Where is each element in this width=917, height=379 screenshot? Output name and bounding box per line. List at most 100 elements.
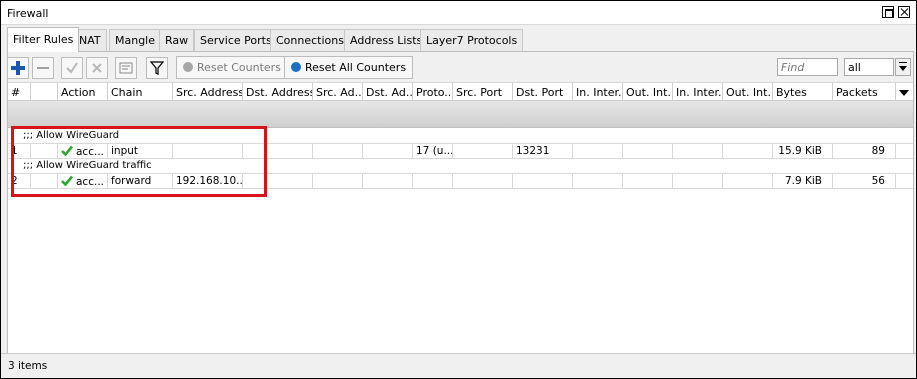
comment-button[interactable] (115, 57, 137, 79)
col-header-chain[interactable]: Chain (108, 83, 173, 101)
title-bar: Firewall (1, 1, 916, 25)
table-filler-bar (8, 101, 913, 128)
tab-layer7-protocols[interactable]: Layer7 Protocols (420, 29, 524, 51)
cell-flags (31, 174, 58, 188)
add-button[interactable] (7, 57, 29, 79)
x-icon (92, 63, 102, 73)
table-row[interactable]: 2 acc... forward 192.168.10... 7.9 KiB 5… (8, 173, 913, 189)
col-header-out-interface-list[interactable]: Out. Int... (723, 83, 773, 101)
close-window-icon[interactable] (898, 6, 910, 18)
cell-dst-address-list (363, 174, 413, 188)
comment-icon (119, 62, 133, 74)
col-header-src-address[interactable]: Src. Address (173, 83, 243, 101)
remove-button[interactable] (32, 57, 54, 79)
disable-button[interactable] (86, 57, 108, 79)
cell-src-address (173, 144, 243, 158)
filter-button[interactable] (146, 57, 168, 79)
cell-action: acc... (58, 144, 108, 158)
rule-comment: ;;; Allow WireGuard (23, 130, 120, 141)
cell-flags (31, 144, 58, 158)
enable-button[interactable] (61, 57, 83, 79)
reset-counters-button[interactable]: Reset Counters (176, 56, 288, 79)
cell-bytes: 7.9 KiB (773, 174, 833, 188)
action-value: acc... (76, 146, 104, 158)
cell-out-interface-list (723, 144, 773, 158)
cell-src-address-list (313, 174, 363, 188)
minus-icon (37, 67, 49, 69)
plus-icon (11, 61, 25, 75)
cell-chain: input (108, 144, 173, 158)
col-header-in-interface-list[interactable]: In. Inter... (673, 83, 723, 101)
cell-out-interface-list (723, 174, 773, 188)
cell-in-interface (573, 144, 623, 158)
tab-raw[interactable]: Raw (159, 29, 195, 51)
col-header-protocol[interactable]: Proto... (413, 83, 453, 101)
col-header-action[interactable]: Action (58, 83, 108, 101)
cell-in-interface (573, 174, 623, 188)
rule-comment: ;;; Allow WireGuard traffic (23, 160, 152, 171)
col-header-number[interactable]: # (8, 83, 31, 101)
find-input[interactable] (777, 58, 838, 76)
funnel-icon (149, 61, 165, 75)
col-header-dst-address-list[interactable]: Dst. Ad... (363, 83, 413, 101)
green-check-icon (61, 175, 73, 186)
filter-rules-panel: Reset Counters Reset All Counters all # … (7, 51, 914, 353)
cell-action: acc... (58, 174, 108, 188)
reset-all-counters-icon (291, 62, 301, 72)
table-row[interactable]: 1 acc... input 17 (u... 13231 15.9 KiB 8… (8, 143, 913, 159)
check-icon (66, 62, 78, 74)
tab-service-ports[interactable]: Service Ports (194, 29, 278, 51)
reset-all-counters-button[interactable]: Reset All Counters (284, 56, 414, 79)
cell-dst-address-list (363, 144, 413, 158)
cell-out-interface (623, 174, 673, 188)
col-header-out-interface[interactable]: Out. Int... (623, 83, 673, 101)
col-header-flags[interactable] (31, 83, 58, 101)
cell-dst-address (243, 174, 313, 188)
cell-packets: 56 (833, 174, 896, 188)
cell-dst-address (243, 144, 313, 158)
cell-in-interface-list (673, 144, 723, 158)
col-header-dst-address[interactable]: Dst. Address (243, 83, 313, 101)
cell-dst-port (513, 174, 573, 188)
cell-src-port (453, 144, 513, 158)
reset-all-counters-label: Reset All Counters (305, 61, 407, 74)
col-header-packets[interactable]: Packets (833, 83, 896, 101)
col-header-src-address-list[interactable]: Src. Ad... (313, 83, 363, 101)
tab-mangle[interactable]: Mangle (109, 29, 162, 51)
col-header-in-interface[interactable]: In. Inter... (573, 83, 623, 101)
item-count: 3 items (8, 360, 48, 372)
table-header: # Action Chain Src. Address Dst. Address… (8, 83, 913, 101)
cell-in-interface-list (673, 174, 723, 188)
cell-src-port (453, 174, 513, 188)
col-header-bytes[interactable]: Bytes (773, 83, 833, 101)
status-bar: 3 items (1, 353, 916, 378)
cell-number: 2 (8, 174, 31, 188)
rules-table: # Action Chain Src. Address Dst. Address… (8, 83, 913, 353)
scope-dropdown-icon[interactable] (895, 58, 911, 76)
restore-window-icon[interactable] (882, 6, 894, 18)
cell-protocol: 17 (u... (413, 144, 453, 158)
cell-dst-port: 13231 (513, 144, 573, 158)
cell-out-interface (623, 144, 673, 158)
scope-select[interactable]: all (844, 58, 894, 76)
toolbar: Reset Counters Reset All Counters all (7, 52, 913, 83)
cell-protocol (413, 174, 453, 188)
tab-filter-rules[interactable]: Filter Rules (7, 27, 80, 52)
reset-counters-icon (183, 62, 193, 72)
column-menu-icon[interactable] (899, 90, 909, 96)
cell-number: 1 (8, 144, 31, 158)
window-title: Firewall (7, 7, 49, 20)
tab-connections[interactable]: Connections (270, 29, 350, 51)
green-check-icon (61, 145, 73, 156)
action-value: acc... (76, 176, 104, 188)
cell-bytes: 15.9 KiB (773, 144, 833, 158)
reset-counters-label: Reset Counters (197, 61, 281, 74)
cell-chain: forward (108, 174, 173, 188)
cell-src-address: 192.168.10... (173, 174, 243, 188)
firewall-window: Firewall Filter Rules NAT Mangle Raw Ser… (0, 0, 917, 379)
tab-address-lists[interactable]: Address Lists (344, 29, 429, 51)
col-header-src-port[interactable]: Src. Port (453, 83, 513, 101)
cell-src-address-list (313, 144, 363, 158)
col-header-dst-port[interactable]: Dst. Port (513, 83, 573, 101)
cell-packets: 89 (833, 144, 896, 158)
